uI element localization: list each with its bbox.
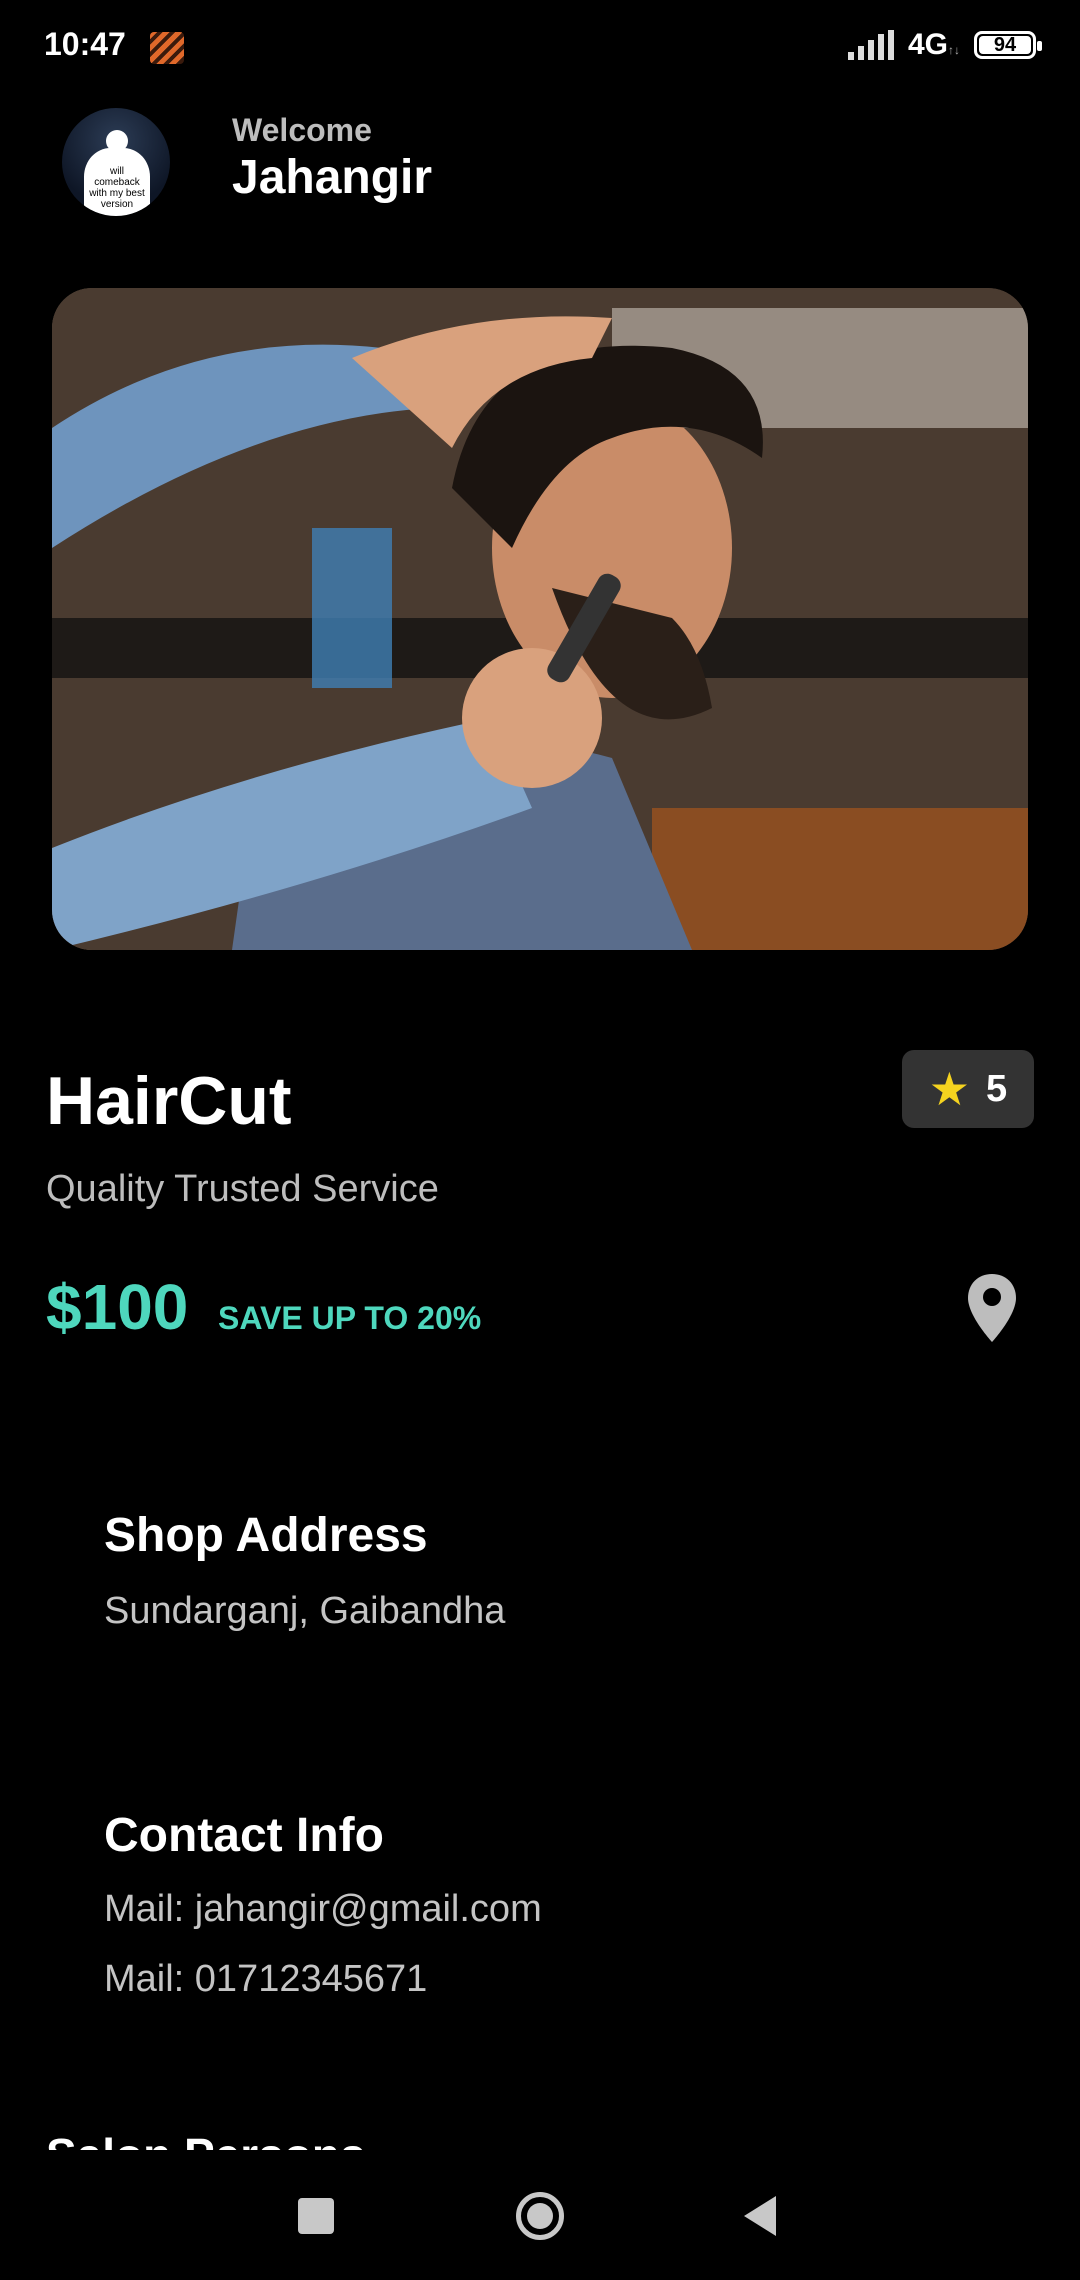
star-icon: ★ <box>928 1063 971 1115</box>
avatar[interactable]: will comeback with my best version <box>62 108 170 216</box>
rating-badge: ★ 5 <box>902 1050 1034 1128</box>
service-hero-image <box>52 288 1028 950</box>
status-indicators: 4G↑↓ 94 <box>847 28 1042 62</box>
location-pin-icon[interactable] <box>966 1272 1018 1344</box>
service-price: $100 <box>46 1271 189 1343</box>
battery-icon: 94 <box>974 31 1042 59</box>
back-button[interactable] <box>744 2196 776 2236</box>
recents-button[interactable] <box>298 2198 334 2234</box>
status-time: 10:47 <box>44 26 126 62</box>
contact-mail[interactable]: Mail: jahangir@gmail.com <box>104 1888 542 1931</box>
service-subtitle: Quality Trusted Service <box>46 1168 439 1210</box>
home-button[interactable] <box>516 2192 564 2240</box>
service-title: HairCut <box>46 1063 292 1139</box>
next-section-title-peek: Salon Persons <box>46 2128 446 2150</box>
network-type: 4G↑↓ <box>907 28 960 61</box>
shop-address-value: Sundarganj, Gaibandha <box>104 1590 506 1632</box>
avatar-caption: will comeback with my best version <box>89 166 145 210</box>
notification-app-icon <box>150 32 184 64</box>
signal-icon <box>847 30 894 60</box>
discount-label: SAVE UP TO 20% <box>218 1300 482 1336</box>
welcome-label: Welcome <box>232 112 372 148</box>
contact-info-title: Contact Info <box>104 1809 384 1862</box>
user-name: Jahangir <box>232 151 433 204</box>
rating-value: 5 <box>986 1067 1008 1110</box>
battery-level: 94 <box>993 33 1017 56</box>
shop-address-title: Shop Address <box>104 1509 428 1562</box>
contact-phone[interactable]: Mail: 01712345671 <box>104 1958 427 2001</box>
